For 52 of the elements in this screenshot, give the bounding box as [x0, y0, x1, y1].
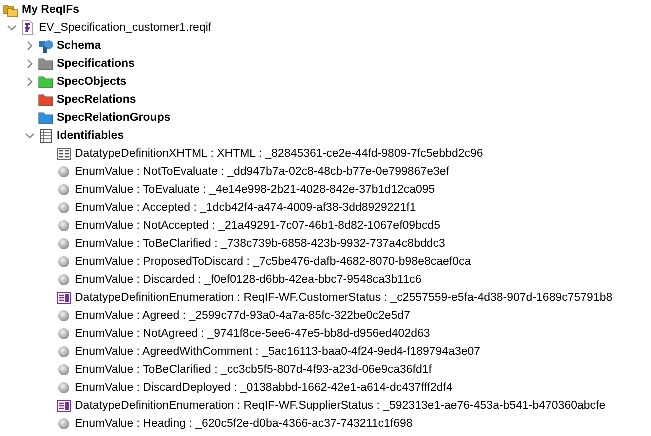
tree-item[interactable]: Schema: [57, 38, 102, 54]
schema-icon: [38, 38, 54, 54]
circle-icon: [56, 272, 72, 288]
circle-icon: [56, 326, 72, 342]
tree-item[interactable]: EnumValue : ToEvaluate : _4e14e998-2b21-4028-842e-37b1d12ca095: [75, 182, 436, 198]
circle-icon: [56, 254, 72, 270]
tree-item[interactable]: EnumValue : ProposedToDiscard : _7c5be476-dafb-4682-8070-b98e8caef0ca: [75, 254, 472, 270]
tree-item[interactable]: SpecRelationGroups: [57, 110, 171, 126]
circle-icon: [56, 362, 72, 378]
tree-item[interactable]: EnumValue : NotAgreed : _9741f8ce-5ee6-47e5-bb8d-d956ed402d63: [75, 326, 430, 342]
tree-item[interactable]: DatatypeDefinitionEnumeration : ReqIF-WF.SupplierStatus : _592313e1-ae76-453a-b541-b470360abcfe: [75, 398, 606, 414]
tree-item[interactable]: EnumValue : Discarded : _f0ef0128-d6bb-42ea-bbc7-9548ca3b11c6: [75, 272, 422, 288]
chevron-down-icon[interactable]: [7, 23, 17, 33]
tree-item[interactable]: My ReqIFs: [22, 2, 80, 18]
circle-icon: [56, 164, 72, 180]
tree-item[interactable]: EnumValue : DiscardDeployed : _0138abbd-1662-42e1-a614-dc437fff2df4: [75, 380, 453, 396]
tree-item[interactable]: DatatypeDefinitionEnumeration : ReqIF-WF.CustomerStatus : _c2557559-e5fa-4d38-907d-1689c75791b8: [75, 290, 613, 306]
document-icon: [20, 20, 36, 36]
circle-icon: [56, 380, 72, 396]
tree-item[interactable]: Identifiables: [57, 128, 124, 144]
folder-icon: [38, 110, 54, 126]
circle-icon: [56, 218, 72, 234]
circle-icon: [56, 236, 72, 252]
tree-item[interactable]: EnumValue : ToBeClarified : _738c739b-6858-423b-9932-737a4c8bddc3: [75, 236, 446, 252]
folder-icon: [38, 74, 54, 90]
chevron-right-icon[interactable]: [25, 77, 35, 87]
tree-item[interactable]: DatatypeDefinitionXHTML : XHTML : _82845361-ce2e-44fd-9809-7fc5ebbd2c96: [75, 146, 484, 162]
tree-item[interactable]: EnumValue : NotAccepted : _21a49291-7c07-46b1-8d82-1067ef09bcd5: [75, 218, 441, 234]
tree-item[interactable]: EnumValue : ToBeClarified : _cc3cb5f5-807d-4f93-a23d-06e9ca36fd1f: [75, 362, 432, 378]
enumeration-icon: [56, 398, 72, 414]
chevron-right-icon[interactable]: [25, 59, 35, 69]
tree-item[interactable]: EnumValue : NotToEvaluate : _dd947b7a-02c8-48cb-b77e-0e799867e3ef: [75, 164, 450, 180]
chevron-right-icon[interactable]: [25, 41, 35, 51]
tree-item[interactable]: Specifications: [57, 56, 135, 72]
tree-item[interactable]: EnumValue : Heading : _620c5f2e-d0ba-4366-ac37-743211c1f698: [75, 416, 413, 432]
circle-icon: [56, 416, 72, 432]
chevron-down-icon[interactable]: [25, 131, 35, 141]
list-icon: [56, 146, 72, 162]
circle-icon: [56, 182, 72, 198]
circle-icon: [56, 200, 72, 216]
folder-icon: [38, 56, 54, 72]
tree-item[interactable]: SpecObjects: [57, 74, 127, 90]
enumeration-icon: [56, 290, 72, 306]
tree-item[interactable]: EV_Specification_customer1.reqif: [39, 20, 212, 36]
tree-item[interactable]: EnumValue : Accepted : _1dcb42f4-a474-4009-af38-3dd8929221f1: [75, 200, 416, 216]
folder-icon: [38, 92, 54, 108]
tree-item[interactable]: EnumValue : Agreed : _2599c77d-93a0-4a7a-85fc-322be0c2e5d7: [75, 308, 410, 324]
table-icon: [38, 128, 54, 144]
tree-item[interactable]: SpecRelations: [57, 92, 136, 108]
circle-icon: [56, 308, 72, 324]
tree-item[interactable]: EnumValue : AgreedWithComment : _5ac16113-baa0-4f24-9ed4-f189794a3e07: [75, 344, 481, 360]
circle-icon: [56, 344, 72, 360]
